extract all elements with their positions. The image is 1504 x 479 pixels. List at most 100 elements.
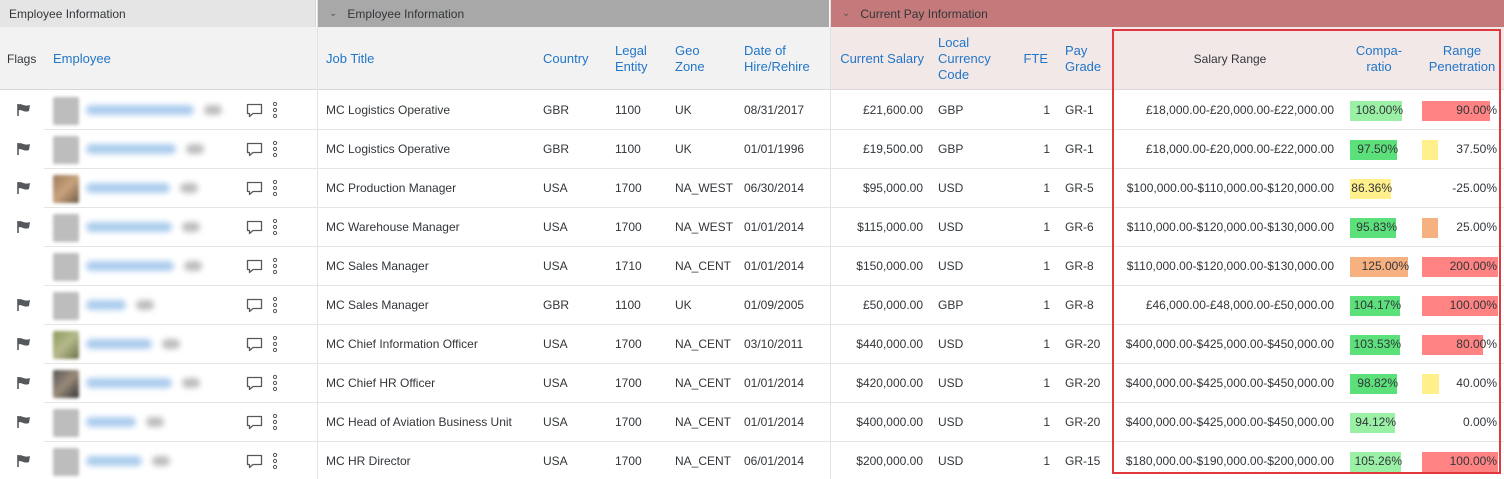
chevron-down-icon[interactable]: ⌄ [329,8,337,19]
comment-icon[interactable] [246,103,263,118]
table-row[interactable]: MC Warehouse Manager USA 1700 NA_WEST 01/01/… [0,208,1504,247]
comment-icon[interactable] [246,298,263,313]
avatar[interactable] [53,409,79,437]
current-salary-cell: $420,000.00 [856,376,923,390]
employee-name-redacted[interactable] [86,183,170,193]
column-header-range-penetration[interactable]: Range Penetration [1424,27,1500,90]
range-penetration-value: 100.00% [1449,454,1497,468]
employee-name-redacted[interactable] [86,261,174,271]
avatar[interactable] [53,214,79,242]
employee-name-redacted[interactable] [86,417,136,427]
avatar[interactable] [53,136,79,164]
compa-ratio-value: 105.26% [1354,454,1402,468]
pay-grade-cell: GR-15 [1065,454,1101,468]
more-options-icon[interactable] [272,335,278,353]
column-header-salary-range[interactable]: Salary Range [1150,27,1310,90]
country-cell: GBR [543,103,570,117]
table-row[interactable]: MC Sales Manager USA 1710 NA_CENT 01/01/2014… [0,247,1504,286]
flag-icon[interactable] [15,220,33,234]
pay-grade-cell: GR-8 [1065,298,1094,312]
avatar[interactable] [53,97,79,125]
comment-icon[interactable] [246,337,263,352]
column-header-compa-ratio[interactable]: Compa-ratio [1350,27,1408,90]
employee-name-redacted[interactable] [86,300,126,310]
flag-icon[interactable] [15,142,33,156]
more-options-icon[interactable] [272,101,278,119]
more-options-icon[interactable] [272,374,278,392]
salary-range-cell: £46,000.00-£48,000.00-£50,000.00 [1145,298,1334,312]
table-row[interactable]: MC Sales Manager GBR 1100 UK 01/09/2005 £50,0… [0,286,1504,325]
column-header-fte[interactable]: FTE [1018,27,1048,90]
flag-icon[interactable] [15,103,33,117]
comment-icon[interactable] [246,259,263,274]
comment-icon[interactable] [246,454,263,469]
column-header-geo-zone[interactable]: Geo Zone [675,27,715,90]
employee-name-redacted[interactable] [86,105,194,115]
column-header-legal-entity[interactable]: Legal Entity [615,27,659,90]
geo-zone-cell: NA_CENT [675,376,732,390]
range-penetration-value: 0.00% [1462,415,1497,429]
table-row[interactable]: MC Chief Information Officer USA 1700 NA_CE… [0,325,1504,364]
range-penetration-value: 25.00% [1456,220,1497,234]
country-cell: GBR [543,142,570,156]
country-cell: USA [543,415,568,429]
comment-icon[interactable] [246,376,263,391]
flag-icon[interactable] [15,298,33,312]
group-header-current-pay[interactable]: ⌄ Current Pay Information [831,0,1504,27]
table-row[interactable]: MC Head of Aviation Business Unit USA 1700… [0,403,1504,442]
flag-icon[interactable] [15,337,33,351]
comment-icon[interactable] [246,181,263,196]
chevron-down-icon[interactable]: ⌄ [842,8,850,19]
currency-cell: GBP [938,298,964,312]
flag-icon[interactable] [15,181,33,195]
employee-id-redacted [162,339,180,349]
avatar[interactable] [53,370,79,398]
column-header-flags[interactable]: Flags [7,27,43,90]
pay-grade-cell: GR-20 [1065,376,1101,390]
geo-zone-cell: NA_WEST [675,220,734,234]
employee-name-redacted[interactable] [86,378,172,388]
avatar[interactable] [53,292,79,320]
column-header-local-currency[interactable]: Local Currency Code [938,27,1002,90]
comment-icon[interactable] [246,415,263,430]
pay-grade-cell: GR-8 [1065,259,1094,273]
table-row[interactable]: MC Chief HR Officer USA 1700 NA_CENT 01/01/2… [0,364,1504,403]
geo-zone-cell: NA_CENT [675,259,732,273]
comment-icon[interactable] [246,220,263,235]
flag-icon[interactable] [15,376,33,390]
column-header-employee[interactable]: Employee [53,27,153,90]
comment-icon[interactable] [246,142,263,157]
range-penetration-value: -25.00% [1452,181,1497,195]
employee-name-redacted[interactable] [86,144,176,154]
column-header-job-title[interactable]: Job Title [326,27,476,90]
table-row[interactable]: MC Logistics Operative GBR 1100 UK 08/31/201… [0,91,1504,130]
employee-name-redacted[interactable] [86,456,142,466]
more-options-icon[interactable] [272,218,278,236]
avatar[interactable] [53,448,79,476]
flag-icon[interactable] [15,415,33,429]
table-row[interactable]: MC Production Manager USA 1700 NA_WEST 06/30… [0,169,1504,208]
more-options-icon[interactable] [272,140,278,158]
table-row[interactable]: MC Logistics Operative GBR 1100 UK 01/01/199… [0,130,1504,169]
flag-icon[interactable] [15,454,33,468]
more-options-icon[interactable] [272,257,278,275]
more-options-icon[interactable] [272,296,278,314]
salary-range-cell: $110,000.00-$120,000.00-$130,000.00 [1126,259,1334,273]
column-header-hire-date[interactable]: Date of Hire/Rehire [744,27,816,90]
more-options-icon[interactable] [272,179,278,197]
group-header-employee-info-2[interactable]: ⌄ Employee Information [318,0,829,27]
avatar[interactable] [53,175,79,203]
column-header-pay-grade[interactable]: Pay Grade [1065,27,1107,90]
compa-ratio-value: 103.53% [1353,337,1401,351]
avatar[interactable] [53,331,79,359]
employee-name-redacted[interactable] [86,222,172,232]
hire-date-cell: 01/01/2014 [744,415,805,429]
employee-id-redacted [152,456,170,466]
more-options-icon[interactable] [272,452,278,470]
column-header-current-salary[interactable]: Current Salary [838,27,924,90]
avatar[interactable] [53,253,79,281]
table-row[interactable]: MC HR Director USA 1700 NA_CENT 06/01/2014 $2… [0,442,1504,479]
column-header-country[interactable]: Country [543,27,595,90]
more-options-icon[interactable] [272,413,278,431]
employee-name-redacted[interactable] [86,339,152,349]
